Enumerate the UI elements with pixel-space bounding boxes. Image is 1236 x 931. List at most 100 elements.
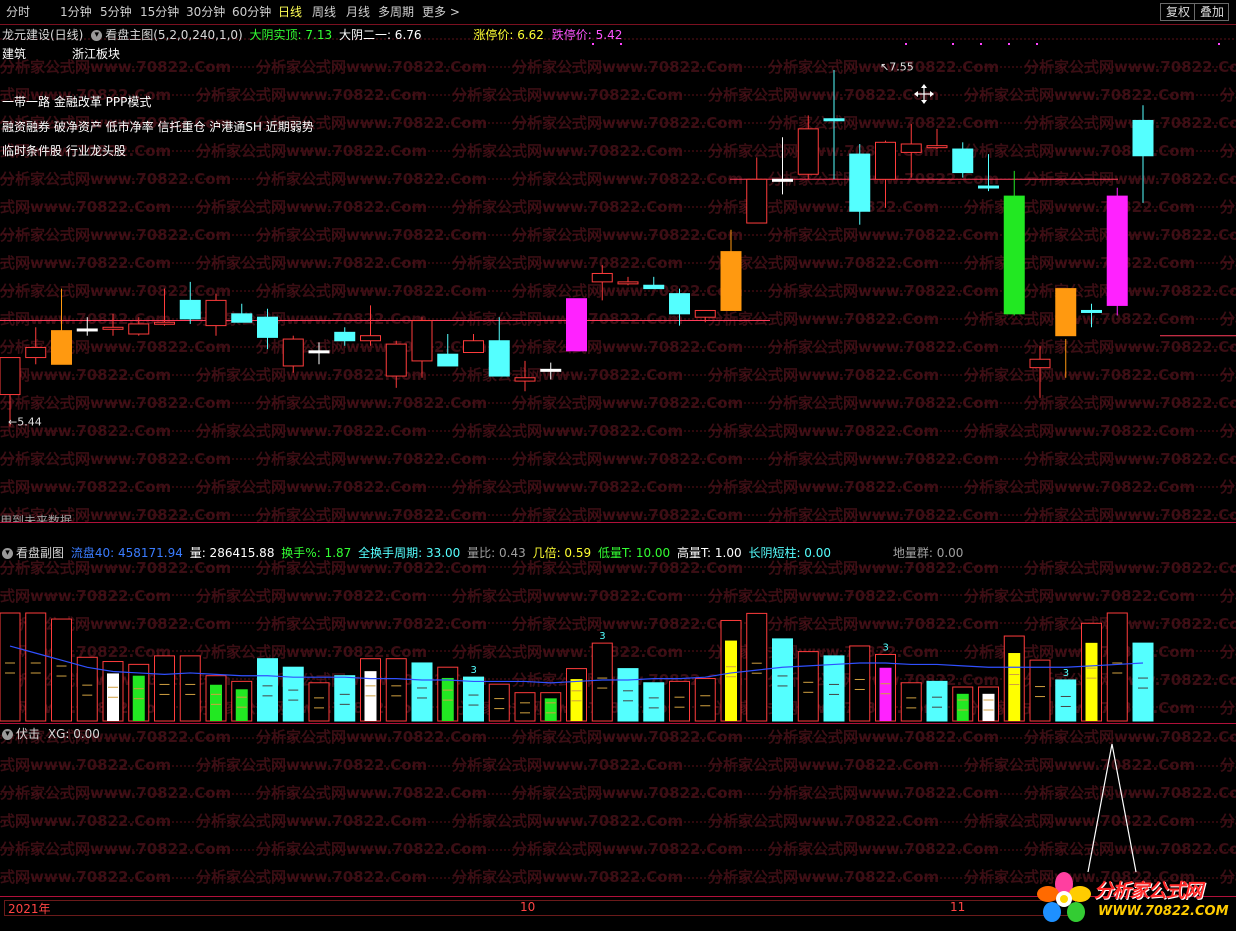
- watermark-text: 分析家公式网www.70822.Com: [0, 868, 171, 886]
- watermark-text: 分析家公式网www.70822.Com: [708, 587, 939, 605]
- turnover-rate: 换手%: 1.87: [281, 546, 352, 560]
- period-more[interactable]: 更多 >: [422, 4, 460, 20]
- volume-bar: [437, 666, 459, 722]
- volume-bar: [978, 686, 999, 722]
- watermark-text: 分析家公式网www.70822.Com: [1220, 812, 1236, 830]
- watermark-text: 分析家公式网www.70822.Com: [708, 756, 939, 774]
- site-logo: 分析家公式网 WWW.70822.COM: [1036, 870, 1232, 928]
- price-chart-pane[interactable]: 分析家公式网www.70822.Com 分析家公式网www.70822.Com 分析…: [0, 25, 1236, 522]
- watermark-text: 分析家公式网www.70822.Com: [1220, 756, 1236, 774]
- watermark-text: 分析家公式网www.70822.Com: [708, 812, 939, 830]
- volume-bar: [51, 618, 72, 722]
- pane-divider-1[interactable]: [0, 522, 1236, 523]
- volume-bar: [360, 658, 381, 722]
- volume-bar: [488, 683, 510, 722]
- overlay-button[interactable]: 叠加: [1194, 3, 1230, 21]
- fujie-header-row: ▾ 伏击 XG: 0.00: [2, 725, 100, 742]
- indicator-menu[interactable]: ▾ 看盘主图(5,2,0,240,1,0): [91, 28, 243, 42]
- watermark-text: 分析家公式网www.70822.Com: [768, 506, 999, 522]
- period-30min[interactable]: 30分钟: [186, 4, 225, 20]
- low-price-marker: ←5.44: [8, 415, 42, 428]
- volume-bar: [720, 619, 742, 722]
- watermark-text: 分析家公式网www.70822.Com: [768, 840, 999, 858]
- volume-count-label: 3: [1063, 668, 1069, 679]
- watermark-text: 分析家公式网www.70822.Com: [0, 840, 231, 858]
- signal-dot: [592, 43, 594, 45]
- signal-dot: [1218, 43, 1220, 45]
- period-weekly[interactable]: 周线: [312, 4, 336, 20]
- concepts-line-3: 临时条件股 行业龙头股: [2, 144, 126, 158]
- watermark-text: 分析家公式网www.70822.Com: [964, 643, 1195, 661]
- watermark-text: 分析家公式网www.70822.Com: [0, 559, 231, 577]
- month-10-label: 10: [520, 900, 536, 914]
- period-1min[interactable]: 1分钟: [60, 4, 92, 20]
- high-price-marker: ↖7.55: [880, 61, 914, 74]
- chevron-down-icon: ▾: [2, 729, 13, 740]
- volume-bar: [179, 655, 201, 722]
- volume-chart: 分析家公式网www.70822.Com 分析家公式网www.70822.Com 分析…: [0, 559, 1236, 722]
- volume-indicator-menu[interactable]: ▾ 看盘副图: [2, 546, 64, 560]
- watermark-text: 分析家公式网www.70822.Com: [256, 784, 487, 802]
- watermark-text: 分析家公式网www.70822.Com: [708, 868, 939, 886]
- big-yin-21: 大阴二一: 6.76: [338, 28, 422, 42]
- signal-dot: [905, 43, 907, 45]
- watermark-text: 分析家公式网www.70822.Com: [0, 756, 171, 774]
- volume-bar: [669, 680, 690, 722]
- watermark-text: 分析家公式网www.70822.Com: [256, 728, 487, 746]
- volume-bar: 3: [591, 631, 613, 722]
- high-volume-t: 高量T: 1.00: [677, 546, 742, 560]
- volume-bar: [797, 651, 819, 722]
- signal-dot: [952, 43, 954, 45]
- volume-bar: [1029, 659, 1051, 722]
- stock-chart-app: 分时 1分钟 5分钟 15分钟 30分钟 60分钟 日线 周线 月线 多周期 更…: [0, 0, 1236, 931]
- chevron-down-icon: ▾: [91, 30, 103, 41]
- watermark-text: 分析家公式网www.70822.Com: [768, 615, 999, 633]
- chevron-down-icon: ▾: [2, 548, 13, 559]
- watermark-text: 分析家公式网www.70822.Com: [256, 840, 487, 858]
- volume-bar: [746, 612, 768, 722]
- period-fenshi[interactable]: 分时: [6, 4, 30, 20]
- volume-bar: [411, 662, 433, 722]
- watermark-text: 分析家公式网www.70822.Com: [512, 728, 743, 746]
- ground-volume-group: 地量群: 0.00: [892, 546, 964, 560]
- watermark-text: 分析家公式网www.70822.Com: [0, 784, 231, 802]
- watermark-text: 分析家公式网www.70822.Com: [196, 587, 427, 605]
- restore-button[interactable]: 复权: [1160, 3, 1196, 21]
- watermark-text: 分析家公式网www.70822.Com: [964, 587, 1195, 605]
- low-volume-t: 低量T: 10.00: [597, 546, 671, 560]
- times-value: 几倍: 0.59: [532, 546, 592, 560]
- watermark-text: 分析家公式网www.70822.Com: [0, 587, 171, 605]
- more-label: 更多: [422, 5, 447, 19]
- stock-title: 龙元建设(日线): [2, 28, 84, 42]
- volume-bar: [849, 645, 871, 722]
- future-data-note: 用到未来数据: [0, 514, 73, 522]
- full-turnover-cycle: 全换手周期: 33.00: [358, 546, 461, 560]
- candle: [205, 293, 227, 336]
- period-multi[interactable]: 多周期: [378, 4, 414, 20]
- watermark-text: 分析家公式网www.70822.Com: [512, 840, 743, 858]
- period-monthly[interactable]: 月线: [346, 4, 370, 20]
- volume-bar: [385, 658, 407, 722]
- fujie-indicator-menu[interactable]: ▾ 伏击: [2, 727, 40, 741]
- volume-bar: [772, 638, 793, 722]
- volume-pane[interactable]: 分析家公式网www.70822.Com 分析家公式网www.70822.Com 分析…: [0, 543, 1236, 723]
- watermark-text: 分析家公式网www.70822.Com: [452, 587, 683, 605]
- period-15min[interactable]: 15分钟: [140, 4, 179, 20]
- signal-dot: [980, 43, 982, 45]
- period-60min[interactable]: 60分钟: [232, 4, 271, 20]
- volume-bar: [643, 682, 665, 722]
- candle: [1106, 187, 1128, 316]
- watermark-text: 分析家公式网www.70822.Com: [768, 559, 999, 577]
- watermark-text: 分析家公式网www.70822.Com: [0, 812, 171, 830]
- period-daily[interactable]: 日线: [278, 4, 302, 20]
- volume-bar: [334, 675, 356, 722]
- volume-bar: [205, 675, 227, 722]
- watermark-text: 分析家公式网www.70822.Com: [1024, 615, 1236, 633]
- watermark-text: 分析家公式网www.70822.Com: [196, 756, 427, 774]
- watermark-text: 分析家公式网www.70822.Com: [964, 756, 1195, 774]
- period-5min[interactable]: 5分钟: [100, 4, 132, 20]
- signal-dot: [620, 43, 622, 45]
- limit-down-price: 跌停价: 5.42: [551, 28, 623, 42]
- watermark-text: 分析家公式网www.70822.Com: [452, 756, 683, 774]
- volume-bar: [540, 692, 562, 722]
